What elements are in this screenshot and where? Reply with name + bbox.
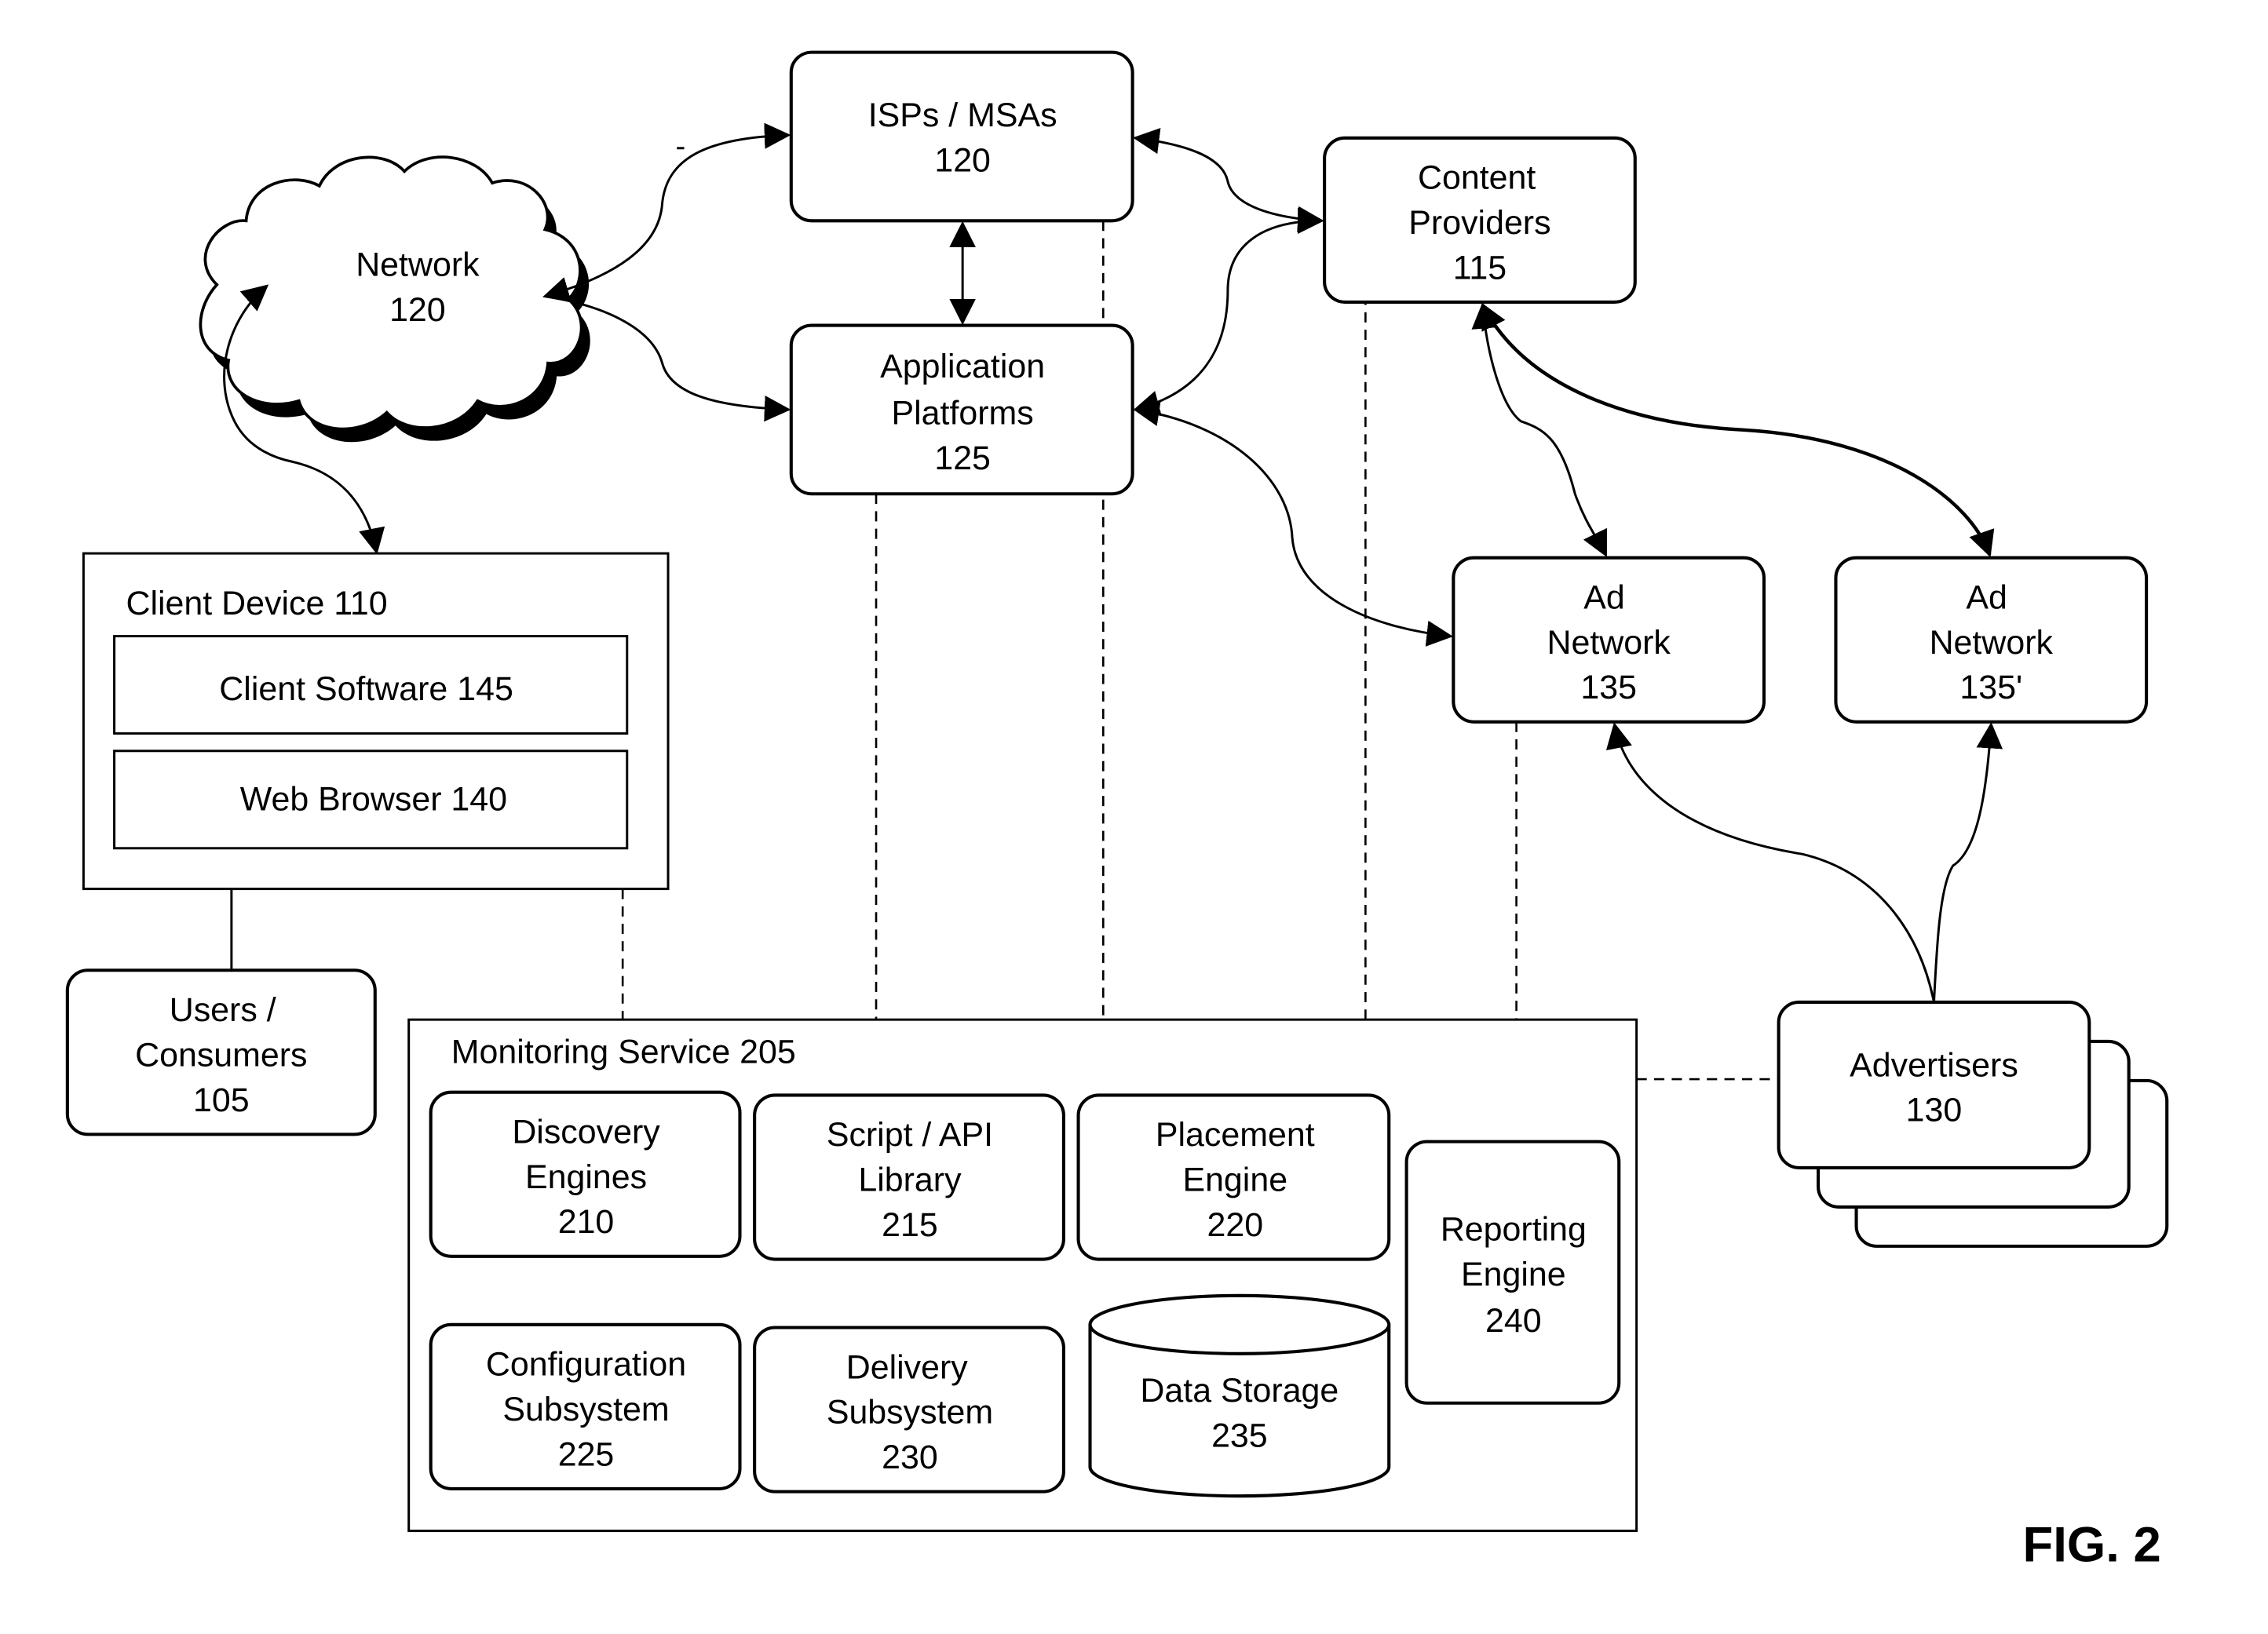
ad-network-135-node[interactable]: Ad Network 135 bbox=[1452, 556, 1766, 724]
content-providers-node[interactable]: Content Providers 115 bbox=[1323, 136, 1637, 304]
content-providers-label-2: Providers bbox=[1408, 204, 1550, 242]
advertisers-number: 130 bbox=[1906, 1092, 1963, 1129]
client-software-box[interactable]: Client Software 145 bbox=[113, 635, 629, 735]
arrow-app-platforms-content-providers bbox=[1133, 207, 1324, 417]
network-cloud[interactable]: Network 120 bbox=[199, 155, 590, 443]
advertisers-stack-front bbox=[1777, 1000, 2091, 1169]
users-label-2: Consumers bbox=[135, 1037, 307, 1074]
ad-network-2-number: 135' bbox=[1959, 669, 2022, 706]
architecture-diagram: Network 120 ISPs / MSAs 120 Content Prov… bbox=[65, 50, 2169, 1573]
advertisers-label: Advertisers bbox=[1850, 1047, 2018, 1085]
content-providers-number: 115 bbox=[1453, 249, 1507, 286]
placement-engine-box[interactable]: Placement Engine 220 bbox=[1076, 1093, 1391, 1261]
discovery-label-1: Discovery bbox=[512, 1114, 660, 1151]
isps-number: 120 bbox=[934, 142, 991, 180]
application-platforms-node[interactable]: Application Platforms 125 bbox=[789, 323, 1134, 496]
isps-label: ISPs / MSAs bbox=[868, 97, 1057, 134]
delivery-number: 230 bbox=[882, 1439, 938, 1476]
placement-number: 220 bbox=[1207, 1206, 1263, 1244]
data-storage-label: Data Storage bbox=[1140, 1372, 1339, 1410]
delivery-label-2: Subsystem bbox=[827, 1394, 993, 1432]
client-software-label: Client Software 145 bbox=[219, 670, 513, 708]
data-storage-cylinder[interactable]: Data Storage 235 bbox=[1088, 1293, 1391, 1498]
application-platforms-label-1: Application bbox=[880, 348, 1045, 385]
discovery-number: 210 bbox=[558, 1203, 615, 1241]
delivery-label-1: Delivery bbox=[846, 1348, 969, 1386]
arrow-app-platforms-ad-network-135 bbox=[1133, 399, 1453, 647]
advertisers-node[interactable]: Advertisers 130 bbox=[1777, 1000, 2169, 1248]
script-api-label-2: Library bbox=[858, 1162, 962, 1199]
monitoring-service-node[interactable]: Monitoring Service 205 Discovery Engines… bbox=[407, 1018, 1638, 1533]
arrow-content-providers-ad-network-135-prime bbox=[1481, 302, 1995, 558]
users-label-1: Users / bbox=[170, 991, 276, 1029]
ad-network-1-number: 135 bbox=[1580, 669, 1637, 706]
ad-network-135-prime-node[interactable]: Ad Network 135' bbox=[1834, 556, 2149, 724]
placement-label-1: Placement bbox=[1156, 1116, 1315, 1154]
monitoring-service-title: Monitoring Service 205 bbox=[451, 1034, 796, 1071]
network-number: 120 bbox=[389, 291, 446, 329]
application-platforms-label-2: Platforms bbox=[892, 395, 1034, 432]
configuration-subsystem-box[interactable]: Configuration Subsystem 225 bbox=[429, 1322, 742, 1490]
data-storage-number: 235 bbox=[1211, 1417, 1268, 1454]
script-api-number: 215 bbox=[882, 1206, 938, 1244]
configuration-label-2: Subsystem bbox=[502, 1391, 669, 1428]
ad-network-1-label-2: Network bbox=[1547, 624, 1671, 662]
configuration-label-1: Configuration bbox=[486, 1346, 686, 1384]
ad-network-2-label-2: Network bbox=[1930, 624, 2054, 662]
client-device-node[interactable]: Client Device 110 Client Software 145 We… bbox=[82, 552, 670, 891]
arrow-content-providers-ad-network-135 bbox=[1471, 302, 1607, 557]
placement-label-2: Engine bbox=[1182, 1162, 1287, 1199]
arrow-advertisers-ad-network-135 bbox=[1605, 722, 1935, 1003]
application-platforms-number: 125 bbox=[934, 440, 991, 477]
isps-msas-node[interactable]: ISPs / MSAs 120 bbox=[789, 50, 1134, 223]
reporting-label-2: Engine bbox=[1461, 1256, 1566, 1293]
script-api-library-box[interactable]: Script / API Library 215 bbox=[753, 1093, 1065, 1261]
ad-network-1-label-1: Ad bbox=[1583, 579, 1625, 617]
users-consumers-node[interactable]: Users / Consumers 105 bbox=[65, 968, 377, 1136]
reporting-label-1: Reporting bbox=[1441, 1211, 1587, 1249]
delivery-subsystem-box[interactable]: Delivery Subsystem 230 bbox=[753, 1326, 1065, 1494]
discovery-label-2: Engines bbox=[525, 1158, 647, 1196]
ad-network-2-label-1: Ad bbox=[1966, 579, 2007, 617]
reporting-engine-box[interactable]: Reporting Engine 240 bbox=[1404, 1140, 1621, 1405]
web-browser-box[interactable]: Web Browser 140 bbox=[113, 750, 629, 850]
content-providers-label-1: Content bbox=[1418, 159, 1536, 197]
configuration-number: 225 bbox=[558, 1435, 615, 1473]
web-browser-label: Web Browser 140 bbox=[240, 781, 507, 819]
arrow-advertisers-ad-network-135-prime bbox=[1932, 722, 2003, 1003]
figure-label: FIG. 2 bbox=[2023, 1518, 2161, 1573]
script-api-label-1: Script / API bbox=[827, 1116, 993, 1154]
users-number: 105 bbox=[193, 1081, 250, 1119]
client-device-title: Client Device 110 bbox=[126, 585, 388, 622]
network-label: Network bbox=[356, 246, 480, 284]
arrow-isps-content-providers bbox=[1133, 128, 1324, 233]
discovery-engines-box[interactable]: Discovery Engines 210 bbox=[429, 1090, 742, 1258]
reporting-number: 240 bbox=[1485, 1302, 1542, 1340]
